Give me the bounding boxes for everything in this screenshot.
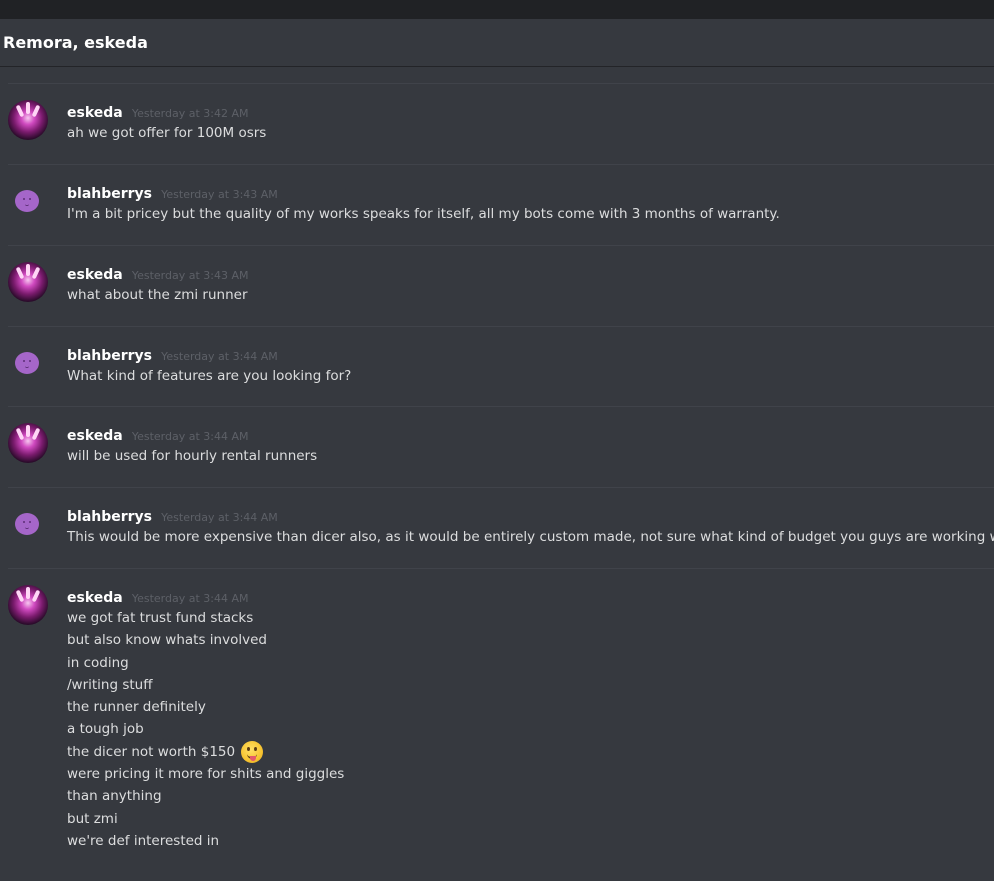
- window-top-bar: [0, 0, 994, 19]
- message-author[interactable]: eskeda: [67, 590, 123, 606]
- message-text: were pricing it more for shits and giggl…: [67, 766, 345, 783]
- message-text: will be used for hourly rental runners: [67, 448, 318, 464]
- message-text: I'm a bit pricey but the quality of my w…: [67, 206, 780, 222]
- message-text: what about the zmi runner: [67, 287, 248, 303]
- message-text: What kind of features are you looking fo…: [67, 368, 352, 384]
- message-text: /writing stuff: [67, 676, 153, 693]
- message-timestamp: Yesterday at 3:44 AM: [131, 592, 249, 605]
- message-timestamp: Yesterday at 3:43 AM: [131, 269, 249, 282]
- message-text: but also know whats involved: [67, 632, 267, 649]
- message-timestamp: Yesterday at 3:43 AM: [161, 188, 278, 201]
- message-group: blahberrys Yesterday at 3:44 AM What kin…: [8, 326, 994, 407]
- message-author[interactable]: blahberrys: [67, 186, 152, 202]
- message-timestamp: Yesterday at 3:44 AM: [161, 350, 278, 363]
- message-group: blahberrys Yesterday at 3:44 AM This wou…: [8, 487, 994, 568]
- message-group: blahberrys Yesterday at 3:43 AM I'm a bi…: [8, 164, 994, 245]
- purple-blob-avatar-icon[interactable]: [8, 181, 48, 221]
- purple-blob-avatar-icon[interactable]: [8, 504, 48, 544]
- message-text: but zmi: [67, 810, 118, 827]
- message-author[interactable]: eskeda: [67, 267, 123, 283]
- eskeda-avatar-icon[interactable]: [8, 100, 48, 140]
- eskeda-avatar-icon[interactable]: [8, 585, 48, 625]
- message-text: a tough job: [67, 721, 144, 738]
- message-text: than anything: [67, 788, 162, 805]
- message-text: ah we got offer for 100M osrs: [67, 125, 267, 141]
- message-author[interactable]: eskeda: [67, 428, 123, 444]
- channel-header: Remora, eskeda: [0, 19, 994, 67]
- message-text: the dicer not worth $150: [67, 743, 236, 760]
- message-text: in coding: [67, 654, 129, 671]
- message-group: eskeda Yesterday at 3:42 AM ah we got of…: [8, 83, 994, 164]
- message-text: the runner definitely: [67, 699, 206, 716]
- message-timestamp: Yesterday at 3:42 AM: [131, 107, 249, 120]
- message-author[interactable]: blahberrys: [67, 348, 152, 364]
- message-text-with-emoji: the dicer not worth $150: [67, 740, 987, 763]
- message-text: This would be more expensive than dicer …: [67, 529, 994, 545]
- message-text: we got fat trust fund stacks: [67, 610, 254, 626]
- message-group: eskeda Yesterday at 3:44 AM we got fat t…: [8, 568, 994, 881]
- channel-title: Remora, eskeda: [3, 33, 148, 52]
- eskeda-avatar-icon[interactable]: [8, 262, 48, 302]
- message-group: eskeda Yesterday at 3:44 AM will be used…: [8, 406, 994, 487]
- message-author[interactable]: blahberrys: [67, 509, 152, 525]
- message-list[interactable]: eskeda Yesterday at 3:42 AM ah we got of…: [0, 67, 994, 880]
- message-author[interactable]: eskeda: [67, 105, 123, 121]
- stuck-out-tongue-emoji-icon[interactable]: [241, 740, 264, 763]
- eskeda-avatar-icon[interactable]: [8, 423, 48, 463]
- message-group: eskeda Yesterday at 3:43 AM what about t…: [8, 245, 994, 326]
- message-timestamp: Yesterday at 3:44 AM: [161, 511, 278, 524]
- message-timestamp: Yesterday at 3:44 AM: [131, 430, 249, 443]
- purple-blob-avatar-icon[interactable]: [8, 343, 48, 383]
- message-text: we're def interested in: [67, 832, 220, 849]
